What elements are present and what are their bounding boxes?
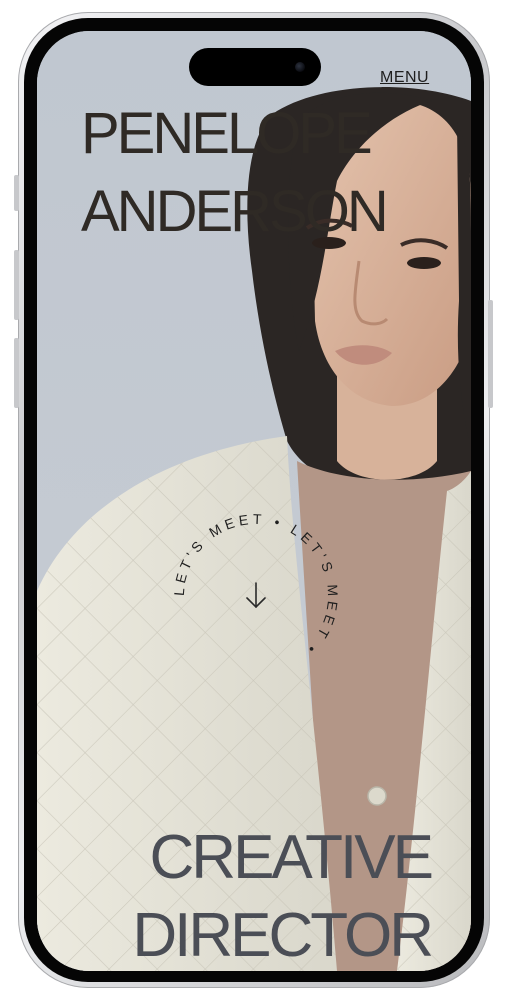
hero-role-line2: DIRECTOR (132, 901, 434, 970)
dynamic-island (189, 48, 321, 86)
action-button (14, 175, 19, 211)
hero-name-line1: PENELOPE (81, 101, 373, 166)
volume-up-button (14, 250, 19, 320)
hero-name: PENELOPE ANDERSON (81, 95, 389, 251)
volume-down-button (14, 338, 19, 408)
front-camera-icon (295, 62, 305, 72)
hero-name-line2: ANDERSON (81, 179, 389, 244)
phone-screen: MENU PENELOPE ANDERSON LET'S MEET • LET'… (37, 31, 471, 971)
arrow-down-icon (246, 582, 266, 609)
power-button (488, 300, 493, 408)
hero-role-line1: CREATIVE (149, 823, 434, 892)
hero-role: CREATIVE DIRECTOR (132, 819, 434, 971)
lets-meet-badge[interactable]: LET'S MEET • LET'S MEET • (161, 501, 351, 691)
menu-link[interactable]: MENU (380, 69, 429, 87)
